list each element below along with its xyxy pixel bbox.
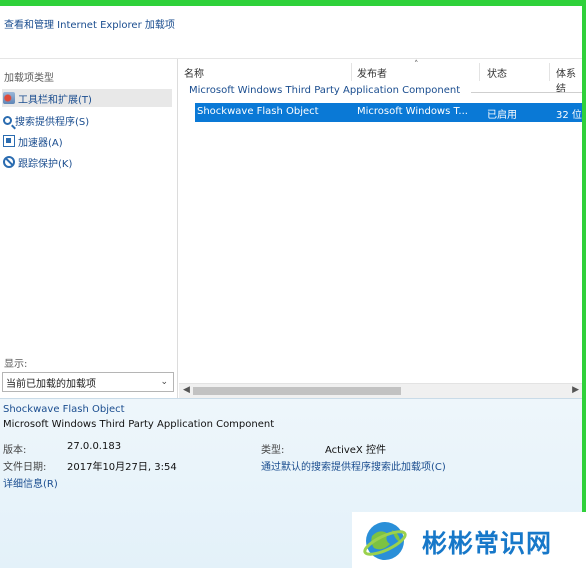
group-divider — [471, 92, 582, 93]
scroll-right-icon[interactable]: ▶ — [572, 385, 579, 395]
more-info-link[interactable]: 详细信息(R) — [3, 475, 58, 490]
cell-name: Shockwave Flash Object — [197, 106, 319, 117]
search-icon — [3, 115, 12, 125]
addon-types-panel: 加载项类型 工具栏和扩展(T) 搜索提供程序(S) 加速器(A) 跟踪保护(K)… — [0, 59, 178, 398]
show-dropdown-value: 当前已加载的加载项 — [6, 378, 96, 390]
addon-types-title: 加载项类型 — [4, 73, 54, 84]
column-header-status[interactable]: 状态 — [487, 65, 507, 80]
category-label: 加速器(A) — [18, 137, 63, 149]
scroll-left-icon[interactable]: ◀ — [183, 385, 190, 395]
group-header: Microsoft Windows Third Party Applicatio… — [189, 85, 461, 96]
window-right-border — [582, 0, 586, 568]
type-value: ActiveX 控件 — [325, 445, 386, 456]
globe-logo-icon — [363, 522, 407, 560]
file-date-value: 2017年10月27日, 3:54 — [67, 462, 177, 473]
addon-list: 名称 ˄ 发布者 状态 体系结 Microsoft Windows Third … — [179, 59, 582, 398]
search-addon-link[interactable]: 通过默认的搜索提供程序搜索此加载项(C) — [261, 458, 446, 473]
page-title: 查看和管理 Internet Explorer 加载项 — [4, 20, 175, 31]
window-top-border — [0, 0, 586, 6]
table-row[interactable]: Shockwave Flash Object Microsoft Windows… — [195, 103, 582, 122]
category-label: 跟踪保护(K) — [18, 158, 73, 170]
column-header-publisher[interactable]: 发布者 — [357, 65, 387, 80]
category-toolbars-extensions[interactable]: 工具栏和扩展(T) — [2, 89, 172, 107]
column-divider — [549, 63, 550, 81]
cell-architecture: 32 位 — [556, 110, 582, 121]
cell-status: 已启用 — [487, 110, 517, 121]
category-accelerators[interactable]: 加速器(A) — [2, 132, 172, 150]
detail-publisher: Microsoft Windows Third Party Applicatio… — [3, 419, 275, 430]
column-divider — [479, 63, 480, 81]
tracking-protection-icon — [3, 156, 15, 168]
accelerator-icon — [3, 135, 15, 147]
version-value: 27.0.0.183 — [67, 441, 122, 452]
type-label: 类型: — [261, 445, 285, 456]
show-label: 显示: — [4, 359, 28, 370]
category-label: 工具栏和扩展(T) — [18, 94, 92, 106]
category-label: 搜索提供程序(S) — [15, 116, 90, 128]
version-label: 版本: — [3, 445, 27, 456]
cell-publisher: Microsoft Windows T... — [357, 106, 468, 117]
watermark-text: 彬彬常识网 — [422, 529, 553, 558]
watermark: 彬彬常识网 — [352, 512, 586, 568]
detail-name: Shockwave Flash Object — [3, 404, 125, 415]
column-divider — [351, 63, 352, 81]
horizontal-scrollbar[interactable]: ◀ ▶ — [179, 383, 582, 398]
file-date-label: 文件日期: — [3, 462, 47, 473]
sort-ascending-icon: ˄ — [414, 60, 419, 70]
column-header-architecture[interactable]: 体系结 — [556, 65, 582, 95]
show-dropdown[interactable]: 当前已加载的加载项 ⌄ — [2, 372, 174, 392]
category-search-providers[interactable]: 搜索提供程序(S) — [2, 111, 172, 129]
scrollbar-thumb[interactable] — [193, 387, 401, 395]
chevron-down-icon: ⌄ — [160, 377, 168, 387]
category-tracking-protection[interactable]: 跟踪保护(K) — [2, 153, 172, 171]
toolbar-extension-icon — [3, 92, 15, 104]
column-header-name[interactable]: 名称 — [184, 65, 204, 80]
